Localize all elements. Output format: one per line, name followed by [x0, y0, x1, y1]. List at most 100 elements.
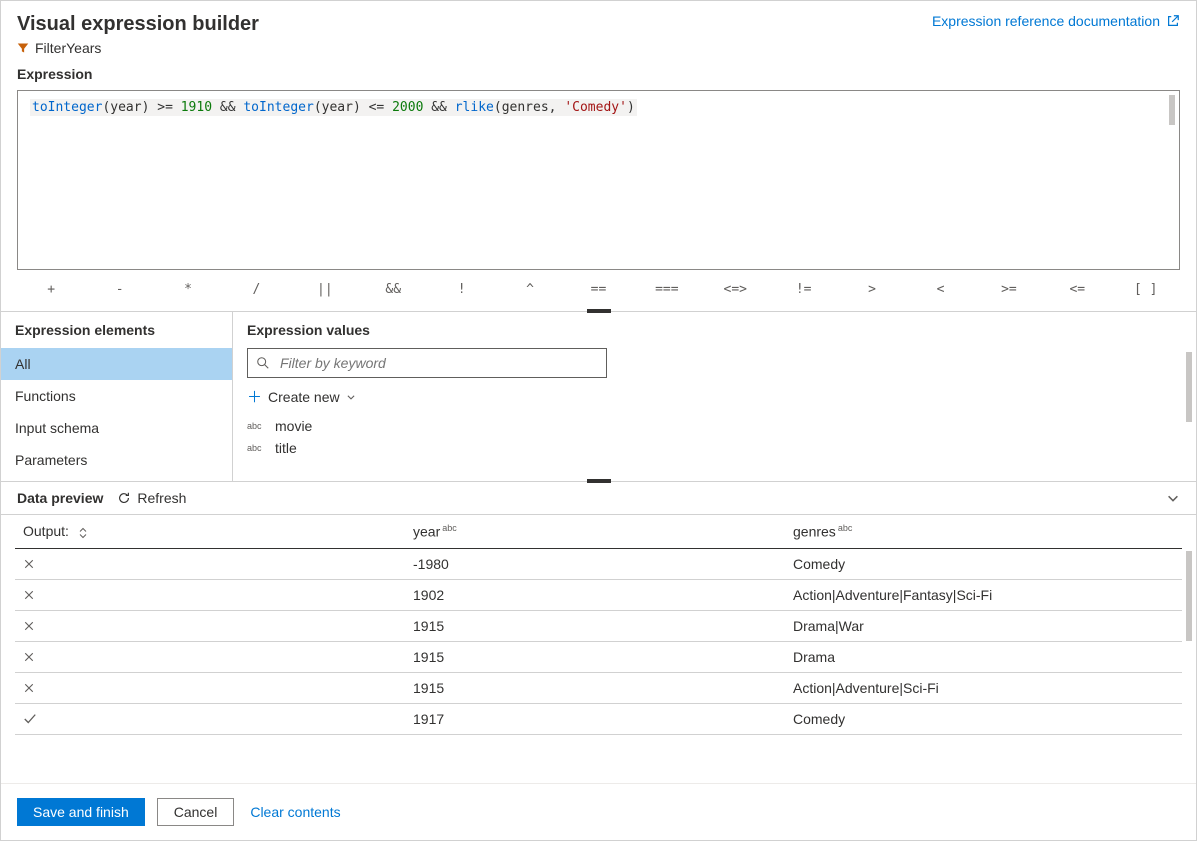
operator-button[interactable]: === — [633, 278, 701, 301]
col-genres[interactable]: genresabc — [785, 515, 1182, 548]
operator-button[interactable]: != — [769, 278, 837, 301]
string-type-icon: abc — [247, 443, 265, 453]
close-icon — [15, 610, 405, 641]
cell-genres: Comedy — [785, 703, 1182, 734]
chevron-down-icon — [346, 392, 356, 402]
operator-button[interactable]: * — [154, 278, 222, 301]
code-token: ) — [627, 100, 635, 115]
elements-item[interactable]: Input schema — [1, 412, 232, 444]
code-token: , — [549, 100, 565, 115]
cell-genres: Drama — [785, 641, 1182, 672]
operator-button[interactable]: ! — [427, 278, 495, 301]
external-link-icon — [1166, 14, 1180, 28]
close-icon — [15, 641, 405, 672]
editor-scrollbar[interactable] — [1169, 95, 1175, 125]
code-token: ) <= — [353, 100, 392, 115]
operator-button[interactable]: <= — [1043, 278, 1111, 301]
code-token: rlike — [455, 100, 494, 115]
table-row: 1915Action|Adventure|Sci-Fi — [15, 672, 1182, 703]
create-new-button[interactable]: ＋ Create new — [247, 386, 356, 407]
preview-table: Output: yearabc genresabc -1980Comedy190… — [15, 515, 1182, 735]
cell-genres: Drama|War — [785, 610, 1182, 641]
table-scrollbar[interactable] — [1186, 551, 1192, 641]
cell-year: 1915 — [405, 641, 785, 672]
operator-button[interactable]: ^ — [496, 278, 564, 301]
elements-item[interactable]: Parameters — [1, 444, 232, 476]
operator-button[interactable]: <=> — [701, 278, 769, 301]
values-search[interactable] — [247, 348, 607, 378]
transformation-name: FilterYears — [35, 40, 101, 56]
cell-year: 1915 — [405, 672, 785, 703]
check-icon — [15, 703, 405, 734]
search-icon — [256, 356, 270, 370]
operator-button[interactable]: < — [906, 278, 974, 301]
cancel-button[interactable]: Cancel — [157, 798, 235, 826]
elements-title: Expression elements — [1, 312, 232, 348]
value-item-label: title — [275, 440, 297, 456]
value-item[interactable]: abc title — [247, 437, 1182, 459]
values-title: Expression values — [247, 322, 1182, 340]
code-token: ) >= — [142, 100, 181, 115]
close-icon — [15, 548, 405, 579]
expression-editor[interactable]: toInteger(year) >= 1910 && toInteger(yea… — [17, 90, 1180, 270]
expression-label: Expression — [1, 62, 1196, 86]
operator-button[interactable]: > — [838, 278, 906, 301]
operator-button[interactable]: [ ] — [1112, 278, 1180, 301]
operator-button[interactable]: == — [564, 278, 632, 301]
output-header[interactable]: Output: — [15, 515, 405, 548]
code-token: toInteger — [243, 100, 313, 115]
cell-year: -1980 — [405, 548, 785, 579]
table-row: 1915Drama|War — [15, 610, 1182, 641]
elements-item[interactable]: All — [1, 348, 232, 380]
operator-button[interactable]: && — [359, 278, 427, 301]
plus-icon: ＋ — [247, 386, 262, 407]
value-item[interactable]: abc movie — [247, 415, 1182, 437]
code-token: genres — [502, 100, 549, 115]
code-token: 1910 — [181, 100, 212, 115]
cell-genres: Action|Adventure|Fantasy|Sci-Fi — [785, 579, 1182, 610]
close-icon — [15, 672, 405, 703]
code-token: 'Comedy' — [564, 100, 627, 115]
code-token: && — [212, 100, 243, 115]
operator-button[interactable]: || — [291, 278, 359, 301]
sort-icon — [77, 527, 89, 539]
refresh-button[interactable]: Refresh — [117, 490, 186, 506]
table-row: 1915Drama — [15, 641, 1182, 672]
cell-year: 1915 — [405, 610, 785, 641]
values-scrollbar[interactable] — [1186, 352, 1192, 422]
code-token: && — [423, 100, 454, 115]
collapse-button[interactable] — [1166, 491, 1180, 505]
operator-button[interactable]: / — [222, 278, 290, 301]
operator-button[interactable]: >= — [975, 278, 1043, 301]
clear-contents-link[interactable]: Clear contents — [250, 804, 340, 820]
code-token: year — [322, 100, 353, 115]
cell-year: 1917 — [405, 703, 785, 734]
preview-title: Data preview — [17, 490, 103, 506]
code-token: year — [110, 100, 141, 115]
table-row: 1917Comedy — [15, 703, 1182, 734]
col-year[interactable]: yearabc — [405, 515, 785, 548]
operator-bar: +-*/||&&!^=====<=>!=><>=<=[ ] — [1, 270, 1196, 312]
values-search-input[interactable] — [278, 354, 598, 372]
close-icon — [15, 579, 405, 610]
cell-genres: Action|Adventure|Sci-Fi — [785, 672, 1182, 703]
string-type-icon: abc — [247, 421, 265, 431]
cell-year: 1902 — [405, 579, 785, 610]
operator-button[interactable]: - — [85, 278, 153, 301]
code-token: 2000 — [392, 100, 423, 115]
code-token: ( — [494, 100, 502, 115]
filter-icon — [17, 42, 29, 54]
table-row: -1980Comedy — [15, 548, 1182, 579]
doc-link[interactable]: Expression reference documentation — [932, 13, 1180, 29]
code-token: toInteger — [32, 100, 102, 115]
splitter-handle[interactable] — [587, 479, 611, 483]
code-token: ( — [314, 100, 322, 115]
page-title: Visual expression builder — [17, 13, 259, 36]
save-button[interactable]: Save and finish — [17, 798, 145, 826]
operator-button[interactable]: + — [17, 278, 85, 301]
elements-item[interactable]: Functions — [1, 380, 232, 412]
value-item-label: movie — [275, 418, 312, 434]
table-row: 1902Action|Adventure|Fantasy|Sci-Fi — [15, 579, 1182, 610]
refresh-icon — [117, 491, 131, 505]
cell-genres: Comedy — [785, 548, 1182, 579]
